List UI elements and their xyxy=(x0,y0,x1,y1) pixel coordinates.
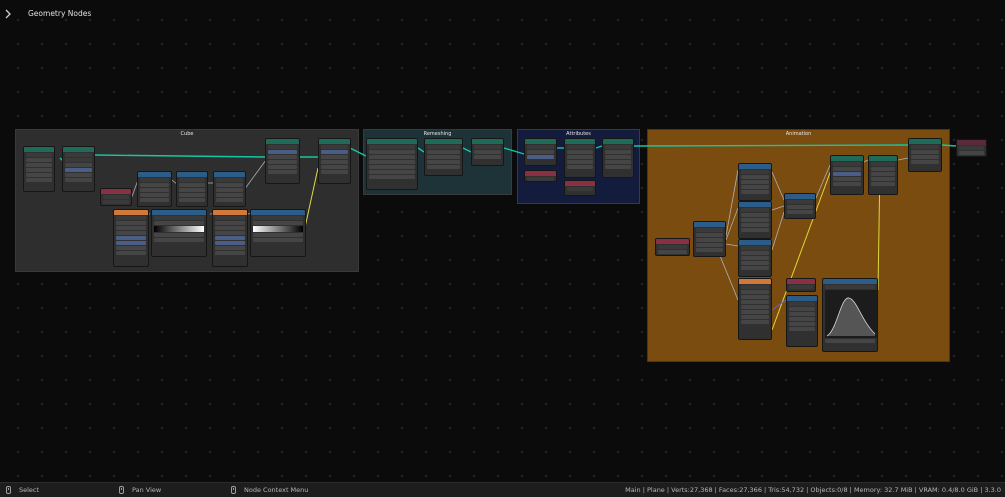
node-anim-noise[interactable] xyxy=(738,278,772,340)
node-group-output[interactable] xyxy=(956,139,987,157)
node-subdivision-surface[interactable] xyxy=(62,146,95,192)
node-attr-statistic[interactable] xyxy=(564,138,596,178)
node-attr-capture[interactable] xyxy=(524,138,557,166)
node-transform[interactable] xyxy=(868,155,898,195)
node-anim-value[interactable] xyxy=(786,278,816,292)
node-anim-math-c[interactable] xyxy=(738,201,772,239)
node-anim-math-a[interactable] xyxy=(693,221,726,257)
node-store-attribute[interactable] xyxy=(602,138,634,178)
status-select-label: Select xyxy=(19,486,40,494)
node-noise-texture-a[interactable] xyxy=(113,209,149,267)
node-color-ramp-b[interactable] xyxy=(250,209,306,257)
node-editor-canvas[interactable]: Geometry Nodes Cube Remeshing Attributes… xyxy=(0,0,1005,482)
mouse-right-icon xyxy=(231,486,236,494)
node-math-b[interactable] xyxy=(176,171,208,207)
node-anim-math-d[interactable] xyxy=(738,239,772,277)
status-bar: Select Pan View Node Context Menu Main |… xyxy=(0,482,1005,497)
node-noise-texture-b[interactable] xyxy=(212,209,248,267)
node-mesh-to-volume[interactable] xyxy=(366,138,418,190)
node-attr-input[interactable] xyxy=(564,180,596,196)
node-float-curve[interactable] xyxy=(822,278,878,352)
curve-graph[interactable] xyxy=(825,290,877,338)
node-attr-position[interactable] xyxy=(524,170,557,182)
scene-statistics: Main | Plane | Verts:27,368 | Faces:27,3… xyxy=(625,486,1001,494)
status-select: Select xyxy=(6,486,39,494)
node-math-a[interactable] xyxy=(137,171,172,207)
node-math-c[interactable] xyxy=(213,171,246,207)
node-set-position-b[interactable] xyxy=(318,138,351,184)
mouse-middle-icon xyxy=(119,486,124,494)
node-volume-to-mesh[interactable] xyxy=(424,138,463,176)
mouse-left-icon xyxy=(6,486,11,494)
node-anim-math-b[interactable] xyxy=(738,163,772,201)
node-combine-xyz[interactable] xyxy=(784,193,816,219)
node-set-shade-smooth[interactable] xyxy=(471,138,504,166)
node-join-geometry[interactable] xyxy=(908,138,942,172)
node-map-range[interactable] xyxy=(786,295,818,347)
node-cube[interactable] xyxy=(23,146,55,192)
node-set-position-anim[interactable] xyxy=(830,155,864,195)
status-pan-view-label: Pan View xyxy=(132,486,162,494)
node-set-position-a[interactable] xyxy=(265,138,300,184)
node-input-value[interactable] xyxy=(100,188,132,206)
node-color-ramp-a[interactable] xyxy=(151,209,207,257)
status-pan-view: Pan View xyxy=(119,486,161,494)
node-scene-time[interactable] xyxy=(655,238,690,256)
status-context-menu-label: Node Context Menu xyxy=(244,486,309,494)
status-context-menu: Node Context Menu xyxy=(231,486,308,494)
